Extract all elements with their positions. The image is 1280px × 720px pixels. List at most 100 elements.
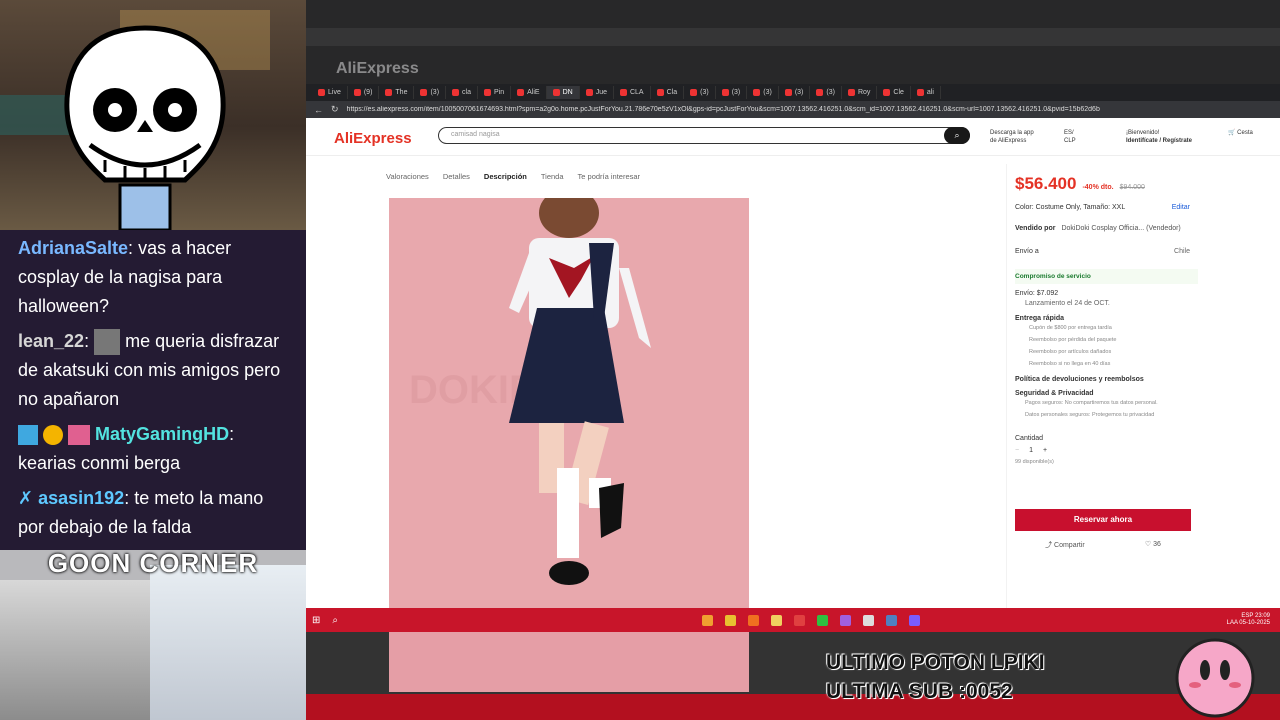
windows-taskbar: ⊞ ⌕ ESP 23:09 LAA 05-10-2025 bbox=[306, 608, 1280, 632]
product-photo: DOKIDOKI bbox=[389, 198, 749, 608]
system-tray[interactable]: ESP 23:09 LAA 05-10-2025 bbox=[1227, 613, 1270, 627]
app-icon[interactable] bbox=[794, 614, 805, 626]
seller-name[interactable]: DokiDoki Cosplay Officia... (Vendedor) bbox=[1061, 225, 1180, 232]
tab-favicon-icon bbox=[753, 89, 761, 96]
tab-label: Roy bbox=[857, 89, 871, 96]
search-icon[interactable]: ⌕ bbox=[944, 127, 970, 144]
minus-icon[interactable]: − bbox=[1015, 447, 1019, 454]
cosplay-model-figure bbox=[509, 198, 651, 585]
settings-icon[interactable] bbox=[863, 614, 874, 626]
browser-tab[interactable]: (3) bbox=[810, 86, 842, 99]
locale-country: ES/ bbox=[1064, 130, 1074, 136]
chat-badge bbox=[43, 425, 64, 446]
account-menu[interactable]: ¡Bienvenido! Identifícate / Regístrate bbox=[1126, 129, 1192, 145]
reload-icon[interactable]: ↻ bbox=[331, 104, 339, 115]
product-tab[interactable]: Detalles bbox=[443, 172, 470, 181]
sub-line-2: ULTIMA SUB :0052 bbox=[826, 680, 1013, 703]
share-button[interactable]: ⤴ Compartir bbox=[1045, 540, 1085, 550]
back-icon[interactable]: ← bbox=[314, 105, 323, 115]
like-button[interactable]: ♡ 36 bbox=[1145, 540, 1161, 550]
app-icon[interactable] bbox=[909, 614, 920, 626]
folder-icon[interactable] bbox=[771, 614, 782, 626]
locale-currency: CLP bbox=[1064, 138, 1076, 144]
steam-icon[interactable] bbox=[886, 614, 897, 626]
background-browser-echo-bottom bbox=[306, 632, 1280, 720]
browser-tab[interactable]: (3) bbox=[414, 86, 447, 99]
product-tab[interactable]: Tienda bbox=[541, 172, 564, 181]
sans-skull-avatar bbox=[64, 25, 226, 230]
shipping-block[interactable]: Envío: $7.092 Lanzamiento el 24 de OCT. bbox=[1015, 290, 1198, 307]
search-box[interactable]: camisad nagisa ⌕ bbox=[438, 127, 970, 144]
tab-label: Pin bbox=[493, 89, 505, 96]
security-item: Datos personales seguros: Protegemos tu … bbox=[1025, 412, 1155, 418]
ship-to-row[interactable]: Envío a Chile bbox=[1015, 248, 1198, 255]
reserve-button[interactable]: Reservar ahora bbox=[1015, 509, 1191, 531]
tab-favicon-icon bbox=[883, 89, 891, 96]
browser-tab[interactable]: (3) bbox=[747, 86, 779, 99]
browser-tab[interactable]: CLA bbox=[614, 86, 651, 99]
browser-tab[interactable]: Pin bbox=[478, 86, 512, 99]
chat-emote bbox=[94, 329, 121, 356]
purchase-panel: $56.400 -40% dto. $94.000 Color: Costume… bbox=[1006, 164, 1198, 608]
browser-tab[interactable]: Roy bbox=[842, 86, 878, 99]
browser-tab[interactable]: Jue bbox=[580, 86, 614, 99]
sword-badge-icon: ✗ bbox=[18, 488, 34, 508]
spotify-icon[interactable] bbox=[817, 614, 828, 626]
browser-tab[interactable]: ali bbox=[911, 86, 941, 99]
price: $56.400 bbox=[1015, 174, 1077, 193]
product-tab[interactable]: Valoraciones bbox=[386, 172, 429, 181]
browser-tab[interactable]: DN bbox=[546, 86, 580, 99]
edge-icon[interactable] bbox=[702, 614, 713, 626]
cart-button[interactable]: 🛒 Cesta bbox=[1228, 129, 1253, 137]
tab-favicon-icon bbox=[847, 89, 855, 96]
aliexpress-logo[interactable]: AliExpress bbox=[334, 130, 412, 147]
tab-favicon-icon bbox=[420, 89, 428, 96]
plus-icon[interactable]: + bbox=[1043, 447, 1047, 454]
echo-product-photo bbox=[389, 632, 749, 692]
browser-window: Live (9) The (3) cla Pin AliE DN Jue CLA Cla (3) (3)… bbox=[306, 84, 1280, 608]
windows-start-icon[interactable]: ⊞ bbox=[312, 615, 320, 626]
browser-tab[interactable]: Live bbox=[312, 86, 348, 99]
search-icon[interactable]: ⌕ bbox=[332, 615, 338, 626]
locale-selector[interactable]: ES/CLP bbox=[1064, 129, 1076, 145]
edit-link[interactable]: Editar bbox=[1172, 204, 1190, 211]
returns-policy[interactable]: Política de devoluciones y reembolsos bbox=[1015, 376, 1198, 383]
app-icon[interactable] bbox=[840, 614, 851, 626]
sold-by-label: Vendido por bbox=[1015, 225, 1056, 232]
product-tab[interactable]: Te podría interesar bbox=[578, 172, 641, 181]
browser-tab[interactable]: (3) bbox=[779, 86, 811, 99]
browser-tab[interactable]: Cla bbox=[651, 86, 685, 99]
url-field[interactable]: https://es.aliexpress.com/item/100500706… bbox=[347, 106, 1177, 113]
chrome-icon[interactable] bbox=[725, 614, 736, 626]
background-browser-echo: AliExpress bbox=[306, 0, 1280, 85]
product-tab[interactable]: Descripción bbox=[484, 172, 527, 181]
like-count: 36 bbox=[1153, 541, 1161, 548]
browser-tab[interactable]: cla bbox=[446, 86, 478, 99]
browser-tab[interactable]: (9) bbox=[348, 86, 380, 99]
quantity-stepper[interactable]: − 1 + bbox=[1015, 447, 1198, 454]
ship-country[interactable]: Chile bbox=[1174, 248, 1190, 255]
chat-message: MatyGamingHD: kearias conmi berga bbox=[18, 424, 235, 473]
browser-tab[interactable]: (3) bbox=[684, 86, 716, 99]
tab-favicon-icon bbox=[517, 89, 525, 96]
chat-username: asasin192 bbox=[38, 488, 125, 508]
browser-tab[interactable]: (3) bbox=[716, 86, 748, 99]
browser-tab[interactable]: AliE bbox=[511, 86, 547, 99]
seller-row[interactable]: Vendido por DokiDoki Cosplay Officia... … bbox=[1015, 225, 1198, 232]
browser-tab[interactable]: Cle bbox=[877, 86, 911, 99]
chat-username: lean_22 bbox=[18, 331, 85, 351]
tab-favicon-icon bbox=[452, 89, 460, 96]
quantity-value: 1 bbox=[1029, 447, 1033, 454]
sub-overlay-text: ULTIMO POTON LPIKI ULTIMA SUB :0052 bbox=[826, 648, 1045, 706]
fast-delivery-item: Reembolso por artículos dañados bbox=[1029, 349, 1112, 355]
chat-username: MatyGamingHD bbox=[95, 424, 230, 444]
firefox-icon[interactable] bbox=[748, 614, 759, 626]
security-title[interactable]: Seguridad & Privacidad bbox=[1015, 390, 1198, 397]
kirby-sticker bbox=[1175, 638, 1255, 718]
account-greeting: ¡Bienvenido! bbox=[1126, 130, 1160, 136]
search-input[interactable]: camisad nagisa bbox=[451, 131, 500, 138]
browser-tab[interactable]: The bbox=[379, 86, 415, 99]
chat-message: ✗ asasin192: te meto la mano por debajo … bbox=[18, 488, 264, 537]
app-download[interactable]: Descarga la app de AliExpress bbox=[990, 129, 1034, 145]
fast-delivery-block[interactable]: Entrega rápida Cupón de $800 por entrega… bbox=[1015, 315, 1198, 370]
